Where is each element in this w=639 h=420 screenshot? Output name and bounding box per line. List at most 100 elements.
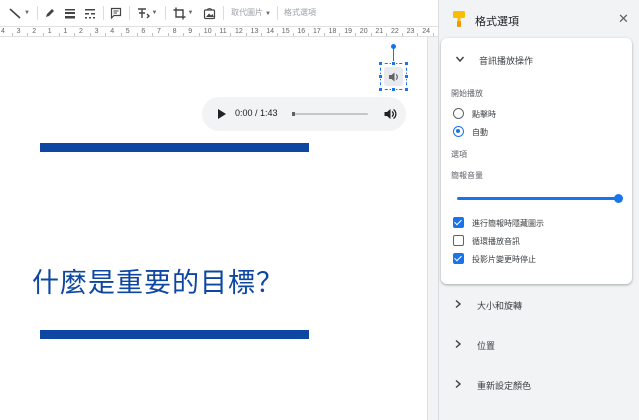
play-button[interactable] — [214, 107, 228, 121]
border-dash-button[interactable] — [82, 4, 98, 22]
ruler-tick-label: 6 — [141, 28, 146, 35]
pencil-icon — [46, 9, 54, 17]
line-weight-icon — [65, 9, 75, 19]
crop-button[interactable]: ▼ — [170, 4, 196, 22]
comment-icon — [110, 7, 122, 19]
ruler-tick-label: 2 — [79, 28, 83, 35]
ruler-tick-label: 11 — [219, 28, 227, 35]
radio-on-click[interactable] — [453, 108, 464, 119]
rotate-handle-line — [393, 46, 394, 62]
section-position[interactable]: 位置 — [439, 324, 639, 364]
chevron-down-icon[interactable] — [455, 54, 465, 64]
radio-automatically-label[interactable]: 自動 — [472, 127, 488, 138]
close-icon[interactable]: ✕ — [618, 12, 629, 26]
ruler-tick-label: 1 — [47, 28, 52, 35]
chevron-down-icon: ▼ — [187, 10, 194, 16]
border-color-button[interactable] — [42, 4, 58, 22]
radio-on-click-label[interactable]: 點擊時 — [472, 109, 496, 120]
ruler-tick-label: 16 — [297, 28, 306, 35]
resize-handle-w[interactable] — [378, 74, 383, 79]
resize-handle-ne[interactable] — [404, 61, 409, 66]
reset-image-button[interactable] — [201, 4, 217, 22]
ruler-tick-label: 20 — [359, 28, 368, 35]
section-recolor[interactable]: 重新設定顏色 — [439, 364, 639, 404]
radio-automatically[interactable] — [453, 126, 464, 137]
chevron-right-icon — [455, 339, 462, 349]
ruler-tick-label: 7 — [157, 28, 161, 35]
ruler-tick-label: 3 — [16, 28, 21, 35]
line-dash-icon — [85, 9, 95, 19]
ruler-tick-mark — [401, 33, 403, 36]
border-weight-button[interactable] — [62, 4, 78, 22]
volume-slider-thumb[interactable] — [614, 194, 623, 203]
checkbox-stop-on-change[interactable] — [453, 253, 464, 264]
decorative-bar-top — [40, 143, 309, 152]
crop-icon — [173, 7, 186, 19]
ruler-tick-label: 4 — [110, 28, 115, 35]
slide-title[interactable]: 什麼是重要的目標？ — [32, 261, 284, 300]
toolbar-divider — [129, 6, 130, 20]
slide-canvas[interactable]: 什麼是重要的目標？ — [0, 37, 428, 420]
toolbar-divider — [103, 6, 104, 20]
format-options-panel: 格式選項 ✕ 音訊播放操作 開始播放 點擊時 自動 選項 簡報音量 進行簡報時隱… — [438, 0, 639, 420]
section-title-audio[interactable]: 音訊播放操作 — [479, 54, 533, 67]
resize-handle-n[interactable] — [391, 61, 396, 66]
ruler-tick-mark — [167, 33, 169, 36]
ruler-tick-mark — [230, 33, 232, 36]
checkbox-hide-icon[interactable] — [453, 217, 464, 228]
toolbar-divider — [277, 6, 278, 20]
checkbox-hide-icon-label[interactable]: 進行簡報時隱藏圖示 — [472, 218, 544, 229]
replace-image-label: 取代圖片 — [231, 8, 263, 17]
chevron-right-icon — [455, 379, 462, 389]
ruler-tick-mark — [74, 33, 76, 36]
toolbar: ▼ ▼ ▼ 取代圖片 ▼ 格式選項 — [0, 0, 438, 27]
play-icon — [218, 109, 226, 119]
toolbar-divider — [165, 6, 166, 20]
ruler-tick-label: 22 — [391, 28, 399, 35]
ruler-tick-mark — [355, 33, 356, 36]
ruler-tick-mark — [214, 33, 216, 36]
ruler-tick-label: 9 — [188, 28, 193, 35]
toolbar-divider — [223, 6, 224, 20]
panel-title: 格式選項 — [475, 16, 519, 28]
alt-text-button[interactable]: ▼ — [134, 4, 160, 22]
audio-object[interactable] — [384, 67, 403, 86]
ruler-tick-label: 23 — [406, 28, 415, 35]
ruler-tick-label: 18 — [328, 28, 337, 35]
resize-handle-se[interactable] — [404, 87, 409, 92]
checkbox-loop-audio-label[interactable]: 循環播放音訊 — [472, 236, 520, 247]
slides-editor: ▼ ▼ ▼ 取代圖片 ▼ 格式選項 4 3 2 1 1 2 3 4 5 6 7 … — [0, 0, 639, 420]
volume-slider-track[interactable] — [457, 197, 618, 200]
checkbox-stop-on-change-label[interactable]: 投影片變更時停止 — [472, 254, 536, 265]
section-size-rotation[interactable]: 大小和旋轉 — [439, 284, 639, 324]
section-title-position: 位置 — [477, 341, 496, 351]
checkbox-loop-audio[interactable] — [453, 235, 464, 246]
chevron-down-icon: ▼ — [151, 10, 158, 16]
audio-playback-section: 音訊播放操作 開始播放 點擊時 自動 選項 簡報音量 進行簡報時隱藏圖示 循環播… — [441, 38, 632, 284]
replace-image-button[interactable]: 取代圖片 ▼ — [231, 7, 271, 18]
speaker-icon — [388, 72, 398, 81]
ruler-tick-label: 24 — [422, 28, 430, 35]
resize-handle-e[interactable] — [404, 74, 409, 79]
resize-handle-nw[interactable] — [378, 61, 383, 66]
ruler-tick-mark — [245, 33, 247, 36]
volume-button[interactable] — [383, 107, 397, 121]
chevron-down-icon: ▼ — [265, 11, 271, 17]
ruler-tick-mark — [370, 33, 372, 36]
seek-bar[interactable] — [292, 113, 368, 115]
section-title-recolor: 重新設定顏色 — [477, 381, 532, 391]
add-comment-button[interactable] — [108, 4, 124, 22]
format-options-label: 格式選項 — [284, 8, 316, 17]
ruler-tick-label: 5 — [125, 28, 130, 35]
ruler-tick-mark — [323, 33, 325, 36]
ruler-tick-label: 12 — [235, 28, 243, 35]
resize-handle-s[interactable] — [391, 87, 396, 92]
decorative-bar-bottom — [40, 330, 309, 339]
seek-thumb[interactable] — [292, 112, 295, 116]
ruler-tick-mark — [105, 33, 107, 36]
line-tool-button[interactable]: ▼ — [6, 4, 32, 22]
format-options-button[interactable]: 格式選項 — [284, 7, 316, 18]
resize-handle-sw[interactable] — [378, 87, 383, 92]
ruler-tick-mark — [277, 33, 278, 36]
ruler-tick-mark — [386, 33, 388, 36]
